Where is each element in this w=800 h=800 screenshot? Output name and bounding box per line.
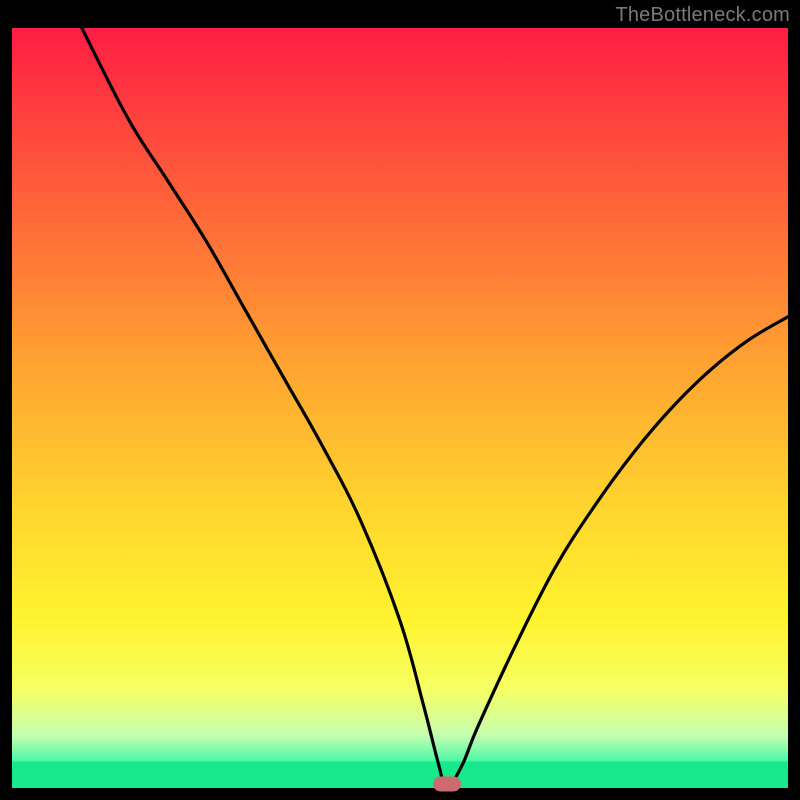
watermark-text: TheBottleneck.com xyxy=(615,4,790,27)
optimum-marker xyxy=(433,777,461,792)
green-band xyxy=(12,761,788,788)
chart-stage: TheBottleneck.com xyxy=(0,0,800,800)
bottleneck-plot xyxy=(0,0,800,800)
